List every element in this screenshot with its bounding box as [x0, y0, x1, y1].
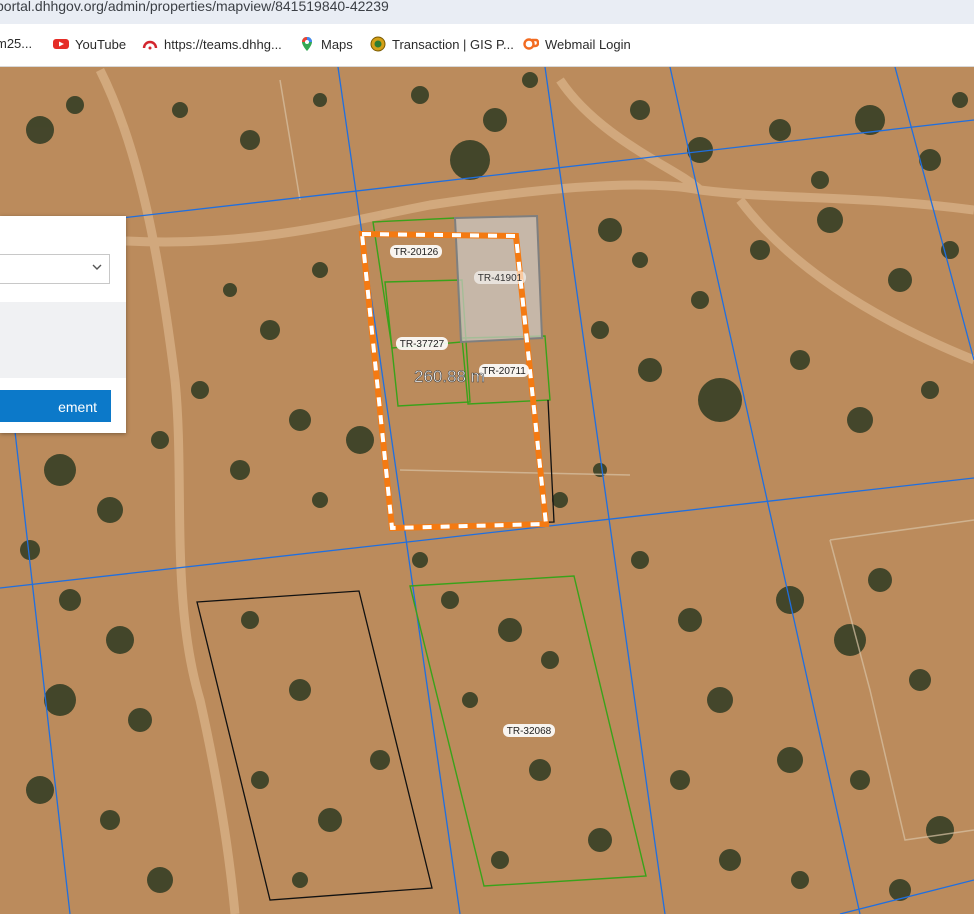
parcel-id-text: TR-20126: [394, 247, 439, 258]
bookmarks-bar: m25... YouTube https://teams.dhhg... Map…: [0, 24, 974, 67]
maps-pin-icon: [302, 37, 312, 51]
gis-portal-icon: [370, 36, 386, 52]
parcel-label-tr-20126[interactable]: TR-20126: [390, 245, 442, 258]
bookmark-label: YouTube: [75, 36, 127, 52]
bookmark-item[interactable]: m25...: [0, 36, 32, 51]
measurement-label: 260.88 m: [414, 367, 485, 386]
satellite-map[interactable]: TR-20126 TR-41901 TR-37727 TR-20711 TR-3…: [0, 67, 974, 914]
bookmark-label: https://teams.dhhg...: [164, 36, 282, 52]
parcel-label-tr-20711[interactable]: TR-20711: [479, 364, 529, 377]
bookmark-label: m25...: [0, 36, 33, 51]
layer-select[interactable]: [0, 254, 110, 284]
bookmark-label: Transaction | GIS P...: [392, 36, 514, 52]
parcel-label-tr-41901[interactable]: TR-41901: [474, 271, 526, 284]
map-view[interactable]: TR-20126 TR-41901 TR-37727 TR-20711 TR-3…: [0, 67, 974, 914]
teams-icon: [142, 40, 158, 50]
parcel-label-tr-32068[interactable]: TR-32068: [503, 724, 555, 737]
parcel-id-text: TR-32068: [507, 726, 552, 737]
url-text[interactable]: portal.dhhgov.org/admin/properties/mapvi…: [0, 0, 389, 14]
parcel-id-text: TR-20711: [482, 366, 526, 377]
parcel-label-tr-37727[interactable]: TR-37727: [396, 337, 448, 350]
measurement-button[interactable]: ement: [0, 390, 111, 422]
parcel-id-text: TR-37727: [400, 339, 445, 350]
cpanel-icon: [523, 38, 539, 50]
address-bar[interactable]: portal.dhhgov.org/admin/properties/mapvi…: [0, 0, 974, 24]
bookmark-label: Webmail Login: [545, 36, 631, 52]
bookmark-label: Maps: [321, 36, 353, 52]
bookmark-webmail[interactable]: Webmail Login: [523, 36, 631, 52]
panel-content-area: [0, 302, 126, 378]
bookmark-teams[interactable]: https://teams.dhhg...: [142, 36, 282, 52]
bookmark-youtube[interactable]: YouTube: [53, 36, 126, 52]
chevron-down-icon: [91, 261, 103, 276]
youtube-icon: [53, 39, 69, 49]
bookmark-transaction[interactable]: Transaction | GIS P...: [370, 36, 514, 52]
bookmark-maps[interactable]: Maps: [299, 36, 353, 52]
parcel-id-text: TR-41901: [478, 273, 523, 284]
tool-panel: ement: [0, 216, 126, 433]
